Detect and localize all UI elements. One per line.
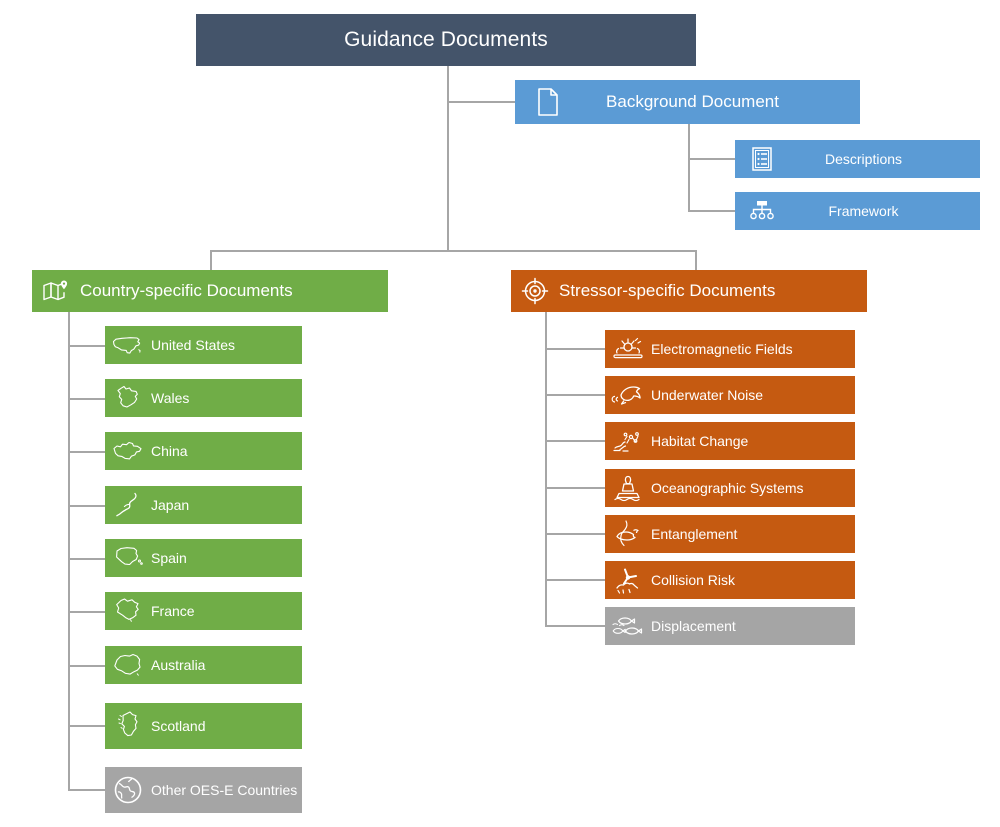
node-japan-label: Japan [151,496,190,513]
connector-background-spine [688,124,690,212]
org-chart-diagram: Guidance Documents Background Document D… [0,0,1000,827]
connector-stressor-stub [545,440,605,442]
globe-icon [105,775,151,805]
node-background-document-label: Background Document [606,92,779,111]
map-pin-icon [32,279,80,303]
node-framework-label: Framework [828,203,899,219]
china-map-icon [105,439,151,463]
connector-stressor-stub [545,579,605,581]
connector-country-stub [68,345,105,347]
node-electromagnetic-fields[interactable]: Electromagnetic Fields [605,330,855,368]
node-wales-label: Wales [151,389,190,406]
node-descriptions-label: Descriptions [824,151,903,167]
japan-map-icon [105,491,151,519]
node-country-specific-documents-label: Country-specific Documents [80,281,293,300]
node-collision-risk[interactable]: Collision Risk [605,561,855,599]
node-background-document[interactable]: Background Document [515,80,860,124]
node-oceanographic-systems-label: Oceanographic Systems [651,479,804,496]
list-icon [735,147,789,171]
buoy-icon [605,474,651,502]
node-country-specific-documents[interactable]: Country-specific Documents [32,270,388,312]
node-australia-label: Australia [151,656,206,673]
node-wales[interactable]: Wales [105,379,302,417]
united-states-map-icon [105,333,151,357]
connector-bus-to-stressor [695,250,697,270]
root-node-label: Guidance Documents [344,28,548,51]
node-habitat-change-label: Habitat Change [651,432,749,449]
node-japan[interactable]: Japan [105,486,302,524]
connector-country-stub [68,725,105,727]
document-icon [515,88,581,116]
node-displacement[interactable]: Displacement [605,607,855,645]
connector-stressor-stub [545,487,605,489]
node-habitat-change[interactable]: Habitat Change [605,422,855,460]
node-oceanographic-systems[interactable]: Oceanographic Systems [605,469,855,507]
entangled-whale-icon [605,519,651,549]
connector-country-stub [68,505,105,507]
connector-country-stub [68,611,105,613]
connector-stressor-stub [545,348,605,350]
node-framework[interactable]: Framework [735,192,980,230]
connector-root-spine [447,66,449,252]
node-entanglement[interactable]: Entanglement [605,515,855,553]
spain-map-icon [105,545,151,571]
node-scotland[interactable]: Scotland [105,703,302,749]
connector-category-bus [210,250,697,252]
node-other-oes-e-countries-label: Other OES-E Countries [151,781,298,798]
connector-background-to-framework [688,210,735,212]
node-united-states-label: United States [151,336,236,353]
collision-turbine-icon [605,566,651,594]
node-spain-label: Spain [151,549,187,566]
node-collision-risk-label: Collision Risk [651,571,736,588]
wales-map-icon [105,384,151,412]
node-china[interactable]: China [105,432,302,470]
connector-country-stub [68,451,105,453]
org-chart-icon [735,200,789,222]
connector-country-stub [68,789,105,791]
node-australia[interactable]: Australia [105,646,302,684]
node-descriptions[interactable]: Descriptions [735,140,980,178]
connector-stressor-stub [545,625,605,627]
node-spain[interactable]: Spain [105,539,302,577]
connector-stressor-stub [545,394,605,396]
node-entanglement-label: Entanglement [651,525,738,542]
node-other-oes-e-countries[interactable]: Other OES-E Countries [105,767,302,813]
node-stressor-specific-documents-label: Stressor-specific Documents [559,281,776,300]
node-electromagnetic-fields-label: Electromagnetic Fields [651,340,793,357]
france-map-icon [105,597,151,625]
connector-stressor-stub [545,533,605,535]
node-france[interactable]: France [105,592,302,630]
connector-root-to-background [447,101,515,103]
seabed-debris-icon [605,428,651,454]
node-china-label: China [151,442,188,459]
node-scotland-label: Scotland [151,717,206,734]
emf-cable-icon [605,336,651,362]
connector-country-stub [68,665,105,667]
connector-country-spine [68,312,70,790]
fish-school-icon [605,613,651,639]
connector-country-stub [68,558,105,560]
scotland-map-icon [105,710,151,742]
connector-country-stub [68,398,105,400]
node-displacement-label: Displacement [651,617,736,634]
australia-map-icon [105,652,151,678]
connector-bus-to-country [210,250,212,270]
node-stressor-specific-documents[interactable]: Stressor-specific Documents [511,270,867,312]
node-united-states[interactable]: United States [105,326,302,364]
target-icon [511,277,559,305]
root-node-guidance-documents[interactable]: Guidance Documents [196,14,696,66]
node-france-label: France [151,602,195,619]
node-underwater-noise[interactable]: Underwater Noise [605,376,855,414]
node-underwater-noise-label: Underwater Noise [651,386,764,403]
dolphin-sound-icon [605,382,651,408]
connector-background-to-descriptions [688,158,735,160]
